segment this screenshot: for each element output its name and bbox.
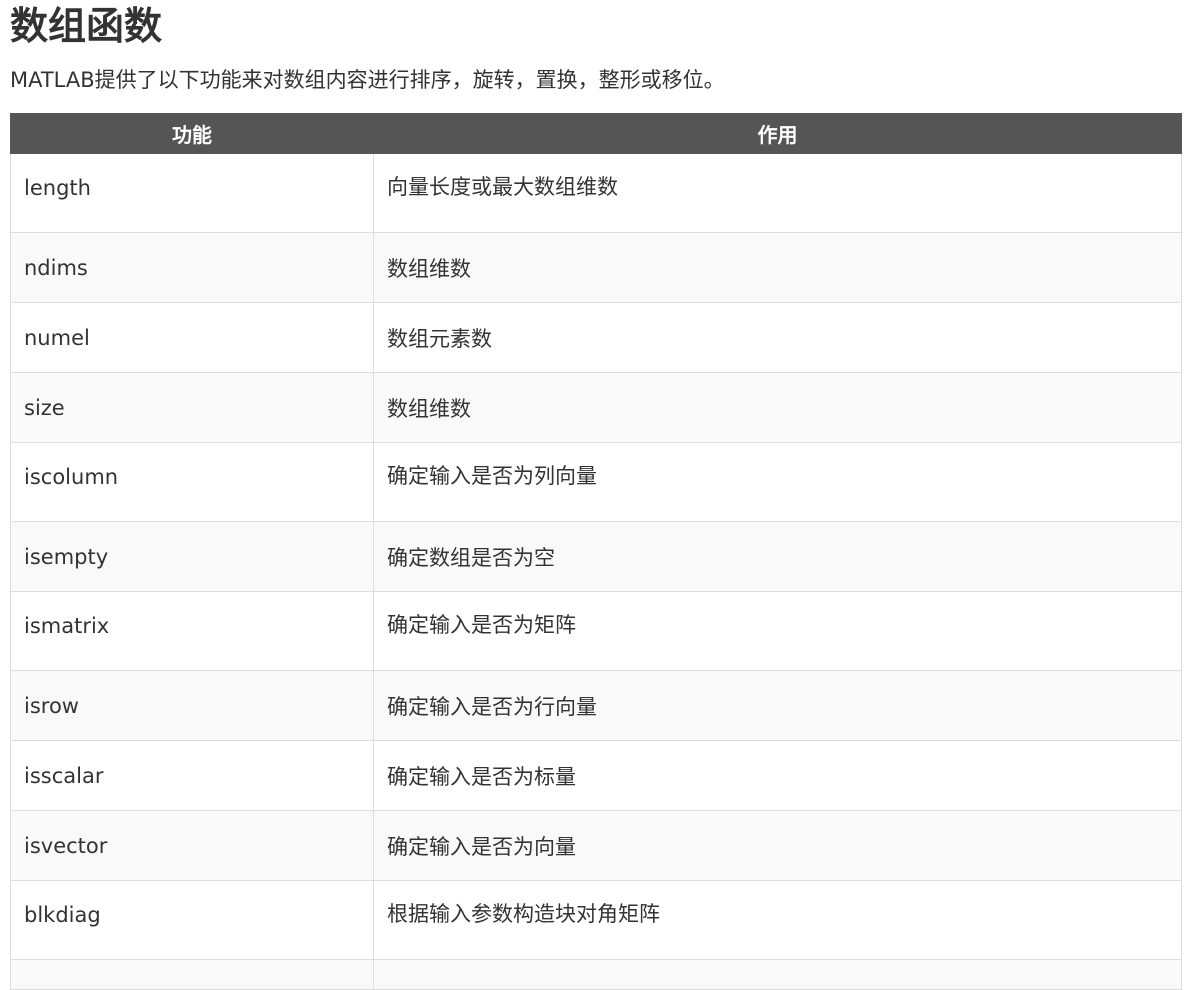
- table-row: length 向量长度或最大数组维数: [10, 153, 1182, 233]
- function-name: ismatrix: [10, 591, 374, 671]
- header-function: 功能: [10, 113, 374, 154]
- function-name: numel: [10, 302, 374, 373]
- function-name: isempty: [10, 521, 374, 592]
- function-name: isvector: [10, 810, 374, 881]
- function-name: isscalar: [10, 740, 374, 811]
- table-row: isvector 确定输入是否为向量: [10, 810, 1182, 881]
- page: 数组函数 MATLAB提供了以下功能来对数组内容进行排序，旋转，置换，整形或移位…: [0, 0, 1202, 990]
- table-header-row: 功能 作用: [10, 113, 1182, 154]
- function-description: 数组维数: [373, 232, 1182, 303]
- table-row: ismatrix 确定输入是否为矩阵: [10, 591, 1182, 671]
- function-description: 数组维数: [373, 372, 1182, 443]
- function-name: iscolumn: [10, 442, 374, 522]
- intro-text: MATLAB提供了以下功能来对数组内容进行排序，旋转，置换，整形或移位。: [10, 68, 725, 92]
- table-row: isscalar 确定输入是否为标量: [10, 740, 1182, 811]
- array-functions-table: 功能 作用 length 向量长度或最大数组维数 ndims 数组维数 nume…: [10, 113, 1182, 990]
- table-row: iscolumn 确定输入是否为列向量: [10, 442, 1182, 522]
- table-row: ndims 数组维数: [10, 232, 1182, 303]
- table-row: size 数组维数: [10, 372, 1182, 443]
- table-row: [10, 959, 1182, 990]
- function-description: 确定输入是否为标量: [373, 740, 1182, 811]
- table-row: blkdiag 根据输入参数构造块对角矩阵: [10, 880, 1182, 960]
- function-description: 确定输入是否为行向量: [373, 670, 1182, 741]
- function-name: [10, 959, 374, 990]
- table-row: isrow 确定输入是否为行向量: [10, 670, 1182, 741]
- table-row: isempty 确定数组是否为空: [10, 521, 1182, 592]
- function-name: isrow: [10, 670, 374, 741]
- function-description: 确定数组是否为空: [373, 521, 1182, 592]
- function-name: blkdiag: [10, 880, 374, 960]
- page-title: 数组函数: [10, 4, 163, 48]
- function-description: 确定输入是否为列向量: [373, 442, 1182, 522]
- function-description: 确定输入是否为向量: [373, 810, 1182, 881]
- function-description: 确定输入是否为矩阵: [373, 591, 1182, 671]
- function-description: 根据输入参数构造块对角矩阵: [373, 880, 1182, 960]
- function-description: 向量长度或最大数组维数: [373, 153, 1182, 233]
- function-name: length: [10, 153, 374, 233]
- function-description: 数组元素数: [373, 302, 1182, 373]
- header-purpose: 作用: [373, 113, 1182, 154]
- function-name: size: [10, 372, 374, 443]
- table-row: numel 数组元素数: [10, 302, 1182, 373]
- function-name: ndims: [10, 232, 374, 303]
- function-description: [373, 959, 1182, 990]
